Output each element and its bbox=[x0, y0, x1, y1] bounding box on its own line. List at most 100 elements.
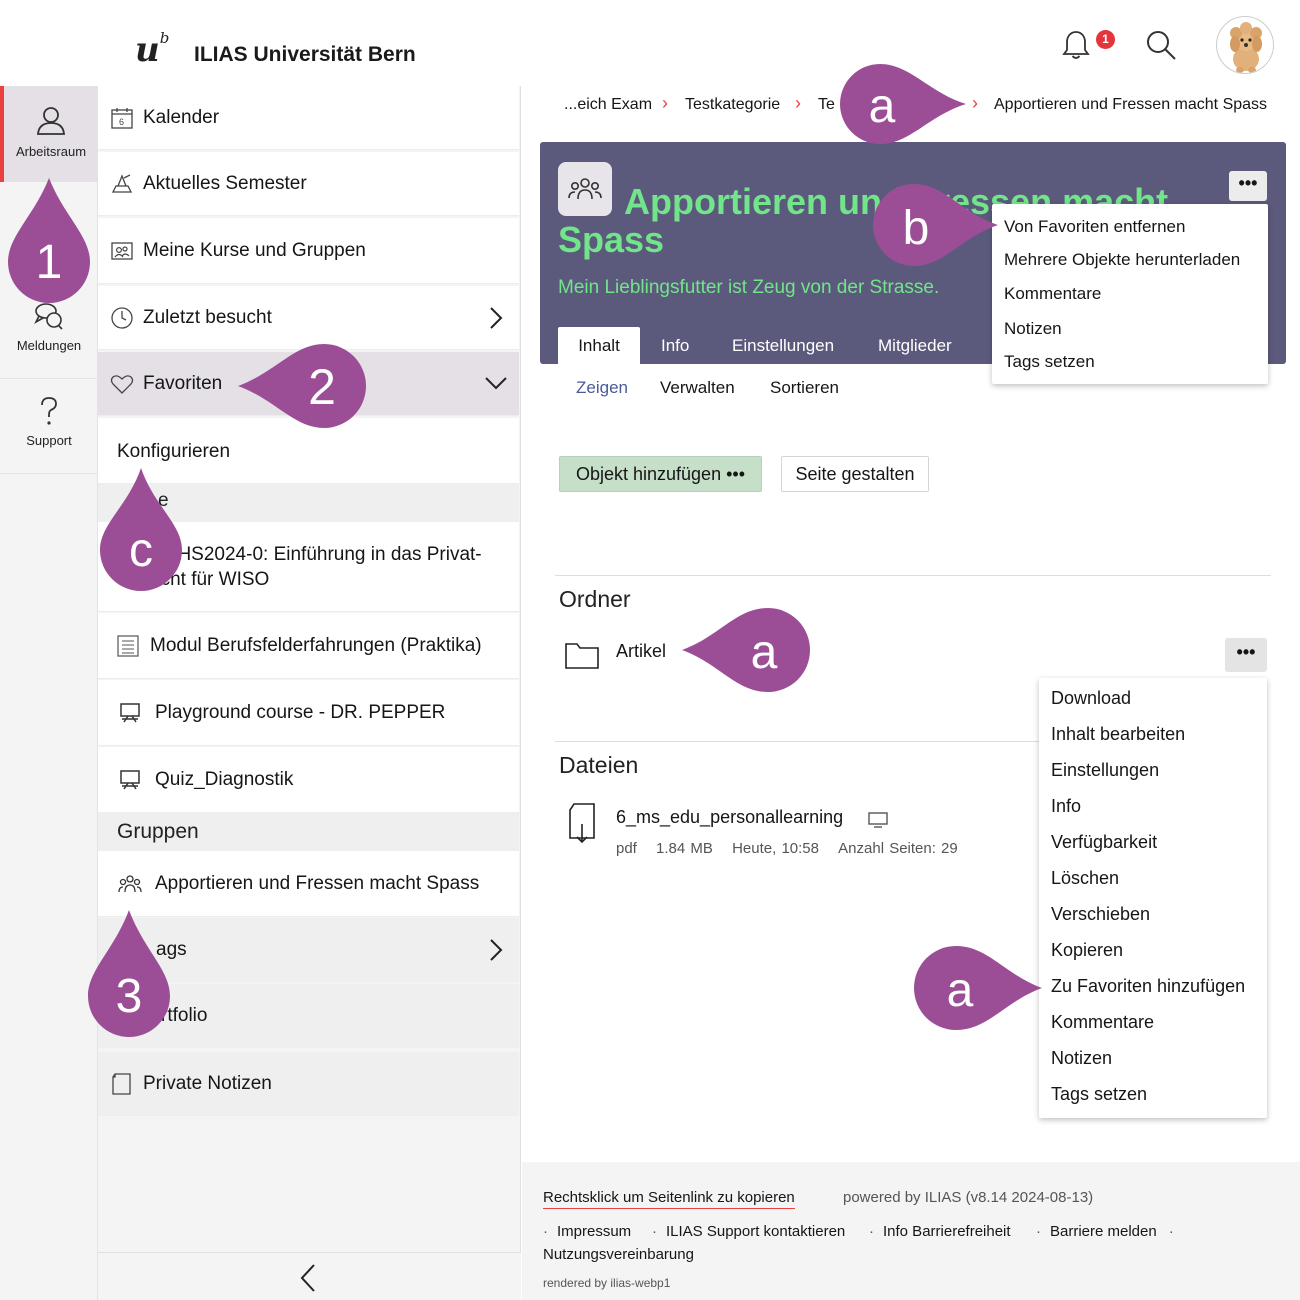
file-download-icon bbox=[569, 803, 595, 844]
mainbar-item-support[interactable]: Support bbox=[0, 378, 98, 474]
object-actions-button[interactable]: ••• bbox=[1229, 171, 1267, 201]
slate-item-zuletzt-besucht[interactable]: Zuletzt besucht bbox=[98, 286, 519, 350]
calendar-icon: 6 bbox=[111, 108, 133, 129]
annotation-marker-3: 3 bbox=[88, 910, 170, 1037]
dropdown-item-tags-setzen[interactable]: Tags setzen bbox=[1004, 352, 1095, 372]
footer-link-nutzungsvereinbarung[interactable]: Nutzungsvereinbarung bbox=[543, 1246, 694, 1263]
annotation-marker-1: 1 bbox=[8, 178, 90, 303]
search-icon[interactable] bbox=[1144, 28, 1178, 62]
slate-item-label: Favoriten bbox=[143, 373, 223, 394]
dropdown-item-inhalt-bearbeiten[interactable]: Inhalt bearbeiten bbox=[1051, 724, 1185, 745]
dropdown-item-einstellungen[interactable]: Einstellungen bbox=[1051, 760, 1159, 781]
annotation-marker-a-artikel: a bbox=[682, 608, 810, 692]
slate-item-aktuelles-semester[interactable]: Aktuelles Semester bbox=[98, 152, 519, 216]
slate-item-label: Konfigurieren bbox=[117, 441, 231, 462]
footer-link-impressum[interactable]: · Impressum bbox=[543, 1223, 631, 1240]
dropdown-item-verschieben[interactable]: Verschieben bbox=[1051, 904, 1150, 925]
slate-item-kalender[interactable]: 6 Kalender bbox=[98, 86, 519, 150]
dog-avatar-icon bbox=[1230, 22, 1262, 73]
dropdown-item-notizen[interactable]: Notizen bbox=[1051, 1048, 1112, 1069]
dropdown-item-kommentare[interactable]: Kommentare bbox=[1051, 1012, 1154, 1033]
folder-icon bbox=[565, 643, 599, 669]
dropdown-item-verfuegbarkeit[interactable]: Verfügbarkeit bbox=[1051, 832, 1157, 853]
breadcrumb-current[interactable]: Apportieren und Fressen macht Spass bbox=[994, 96, 1267, 114]
course-icon bbox=[120, 770, 140, 790]
permalink[interactable]: Rechtsklick um Seitenlink zu kopieren bbox=[543, 1189, 795, 1209]
dropdown-item-info[interactable]: Info bbox=[1051, 796, 1081, 817]
svg-text:b: b bbox=[903, 202, 930, 255]
tab-mitglieder[interactable]: Mitglieder bbox=[878, 327, 952, 365]
svg-text:c: c bbox=[129, 524, 153, 577]
folder-link[interactable]: Artikel bbox=[616, 641, 666, 662]
tab-info[interactable]: Info bbox=[661, 327, 689, 365]
file-type: pdf bbox=[616, 840, 637, 857]
university-logo[interactable]: ub bbox=[135, 29, 169, 70]
chevron-right-icon: › bbox=[972, 93, 978, 113]
dropdown-item-kommentare[interactable]: Kommentare bbox=[1004, 284, 1101, 304]
note-icon bbox=[112, 1073, 131, 1095]
chevron-right-icon: › bbox=[795, 93, 801, 113]
list-icon bbox=[117, 635, 139, 657]
powered-by: powered by ILIAS (v8.14 2024-08-13) bbox=[843, 1189, 1094, 1206]
breadcrumb-link[interactable]: Te bbox=[818, 96, 835, 114]
dropdown-item-objekte-herunterladen[interactable]: Mehrere Objekte herunterladen bbox=[1004, 250, 1240, 270]
page-editor-button[interactable]: Seite gestalten bbox=[781, 456, 929, 492]
collapse-slate-button[interactable] bbox=[98, 1252, 521, 1300]
section-heading-dateien: Dateien bbox=[559, 752, 639, 778]
chevron-left-icon bbox=[300, 1264, 315, 1292]
dropdown-item-kopieren[interactable]: Kopieren bbox=[1051, 940, 1123, 961]
page-description: Mein Lieblingsfutter ist Zeug von der St… bbox=[558, 277, 940, 298]
footer-link-support[interactable]: · ILIAS Support kontaktieren bbox=[652, 1223, 845, 1240]
svg-text:a: a bbox=[869, 80, 896, 133]
annotation-marker-c: c bbox=[100, 468, 182, 591]
annotation-marker-2: 2 bbox=[238, 344, 366, 428]
dropdown-item-notizen[interactable]: Notizen bbox=[1004, 319, 1062, 339]
subtab-sortieren[interactable]: Sortieren bbox=[770, 378, 839, 398]
slate-item-label: Quiz_Diagnostik bbox=[155, 769, 294, 790]
chevron-right-icon bbox=[490, 307, 503, 329]
semester-icon bbox=[111, 174, 133, 193]
tab-einstellungen[interactable]: Einstellungen bbox=[732, 327, 834, 365]
annotation-marker-b: b bbox=[873, 184, 998, 266]
dropdown-item-tags-setzen[interactable]: Tags setzen bbox=[1051, 1084, 1147, 1105]
subtab-verwalten[interactable]: Verwalten bbox=[660, 378, 735, 398]
svg-text:2: 2 bbox=[308, 359, 336, 415]
bell-icon[interactable] bbox=[1060, 28, 1092, 62]
clock-icon bbox=[111, 307, 133, 329]
footer-link-barrierefreiheit[interactable]: · Info Barrierefreiheit bbox=[869, 1223, 1011, 1240]
mainbar-item-arbeitsraum[interactable]: Arbeitsraum bbox=[0, 86, 98, 182]
slate-item-label: Modul Berufsfelderfahrungen (Praktika) bbox=[150, 635, 482, 656]
slate-item-course-berufsfelderfahrungen[interactable]: Modul Berufsfelderfahrungen (Praktika) bbox=[98, 613, 519, 679]
breadcrumb-link[interactable]: ...eich Exam bbox=[564, 96, 652, 114]
chevron-down-icon bbox=[485, 377, 507, 390]
avatar[interactable] bbox=[1216, 16, 1274, 74]
dropdown-item-loeschen[interactable]: Löschen bbox=[1051, 868, 1119, 889]
slate-item-course-playground[interactable]: Playground course - DR. PEPPER bbox=[98, 680, 519, 746]
file-date: Heute, 10:58 bbox=[732, 840, 819, 857]
mainbar-label: Arbeitsraum bbox=[15, 144, 87, 159]
item-actions-button[interactable]: ••• bbox=[1225, 638, 1267, 672]
slate-panel: 6 Kalender Aktuelles Semester Meine Kurs… bbox=[98, 86, 521, 1300]
item-actions-dropdown: Download Inhalt bearbeiten Einstellungen… bbox=[1039, 678, 1267, 1118]
add-object-button[interactable]: Objekt hinzufügen ••• bbox=[559, 456, 762, 492]
footer-link-barriere-melden[interactable]: · Barriere melden · bbox=[1036, 1223, 1183, 1240]
divider bbox=[555, 575, 1271, 576]
heart-icon bbox=[110, 375, 134, 394]
site-title[interactable]: ILIAS Universität Bern bbox=[194, 43, 416, 67]
breadcrumb-link[interactable]: Testkategorie bbox=[685, 96, 780, 114]
dropdown-item-zu-favoriten-hinzufuegen[interactable]: Zu Favoriten hinzufügen bbox=[1051, 976, 1245, 997]
slate-item-label: Aktuelles Semester bbox=[143, 173, 307, 194]
slate-item-private-notizen[interactable]: Private Notizen bbox=[98, 1052, 519, 1116]
file-link[interactable]: 6_ms_edu_personallearning bbox=[616, 807, 843, 828]
svg-text:3: 3 bbox=[116, 970, 143, 1023]
slate-item-label: Kalender bbox=[143, 107, 220, 128]
dropdown-item-download[interactable]: Download bbox=[1051, 688, 1131, 709]
rendered-by: rendered by ilias-webp1 bbox=[543, 1276, 671, 1290]
question-icon bbox=[41, 397, 57, 425]
slate-item-course-quiz[interactable]: Quiz_Diagnostik bbox=[98, 747, 519, 813]
slate-item-meine-kurse[interactable]: Meine Kurse und Gruppen bbox=[98, 218, 519, 284]
subtab-zeigen[interactable]: Zeigen bbox=[576, 378, 628, 398]
tab-inhalt[interactable]: Inhalt bbox=[558, 327, 640, 365]
group-icon bbox=[118, 875, 142, 893]
dropdown-item-von-favoriten-entfernen[interactable]: Von Favoriten entfernen bbox=[1004, 217, 1185, 237]
